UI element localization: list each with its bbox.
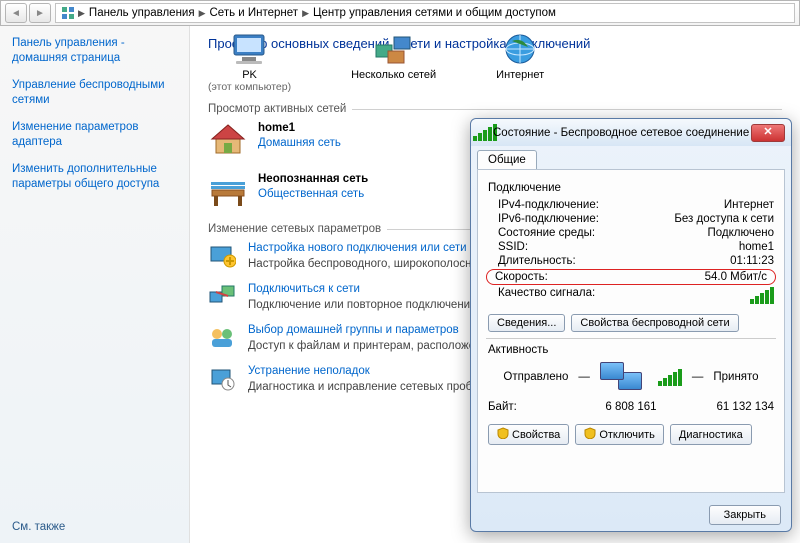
ipv6-value: Без доступа к сети — [674, 213, 774, 225]
ssid-label: SSID: — [498, 241, 528, 253]
chevron-right-icon: ▶ — [78, 8, 85, 19]
tab-general[interactable]: Общие — [477, 150, 537, 169]
sidebar-see-also: См. также — [12, 521, 177, 533]
address-bar[interactable]: ▶ Панель управления ▶ Сеть и Интернет ▶ … — [55, 3, 795, 23]
dash-icon: — — [578, 371, 590, 383]
breadcrumb-item[interactable]: Центр управления сетями и общим доступом — [311, 7, 558, 19]
dialog-titlebar[interactable]: Состояние - Беспроводное сетевое соедине… — [471, 119, 791, 146]
properties-button[interactable]: Свойства — [488, 424, 569, 445]
disable-button[interactable]: Отключить — [575, 424, 664, 445]
speed-row: Скорость: 54.0 Мбит/с — [486, 269, 776, 285]
home-network-icon — [208, 121, 248, 160]
sidebar-link-wireless[interactable]: Управление беспроводными сетями — [12, 78, 177, 108]
bytes-label: Байт: — [488, 401, 582, 413]
nav-fwd-button[interactable]: ► — [29, 3, 51, 23]
signal-quality-label: Качество сигнала: — [498, 287, 595, 307]
shield-icon — [584, 427, 596, 442]
bytes-recv-value: 61 132 134 — [680, 401, 774, 413]
chevron-right-icon: ▶ — [302, 8, 309, 19]
internet-icon — [498, 31, 542, 67]
breadcrumb: ◄ ► ▶ Панель управления ▶ Сеть и Интерне… — [0, 0, 800, 26]
computer-icon — [228, 31, 272, 67]
ipv4-label: IPv4-подключение: — [498, 199, 599, 211]
status-dialog: Состояние - Беспроводное сетевое соедине… — [470, 118, 792, 532]
duration-value: 01:11:23 — [730, 255, 774, 267]
multi-networks-icon — [372, 31, 416, 67]
diagnose-button[interactable]: Диагностика — [670, 424, 752, 445]
ipv6-label: IPv6-подключение: — [498, 213, 599, 225]
map-pc-sub: (этот компьютер) — [208, 81, 291, 93]
network-title: Неопознанная сеть — [258, 172, 368, 187]
new-connection-icon — [208, 241, 238, 272]
media-state-value: Подключено — [708, 227, 775, 239]
sidebar: Панель управления - домашняя страница Уп… — [0, 26, 190, 543]
dialog-title: Состояние - Беспроводное сетевое соедине… — [493, 127, 751, 139]
activity-monitors-icon — [600, 362, 644, 392]
speed-value: 54.0 Мбит/с — [705, 271, 767, 283]
sent-label: Отправлено — [503, 371, 568, 383]
connection-section-label: Подключение — [488, 182, 774, 194]
ipv4-value: Интернет — [724, 199, 774, 211]
recv-label: Принято — [713, 371, 758, 383]
network-center-icon — [60, 5, 76, 21]
media-state-label: Состояние среды: — [498, 227, 595, 239]
chevron-right-icon: ▶ — [199, 8, 206, 19]
sidebar-link-sharing[interactable]: Изменить дополнительные параметры общего… — [12, 162, 177, 192]
nav-back-button[interactable]: ◄ — [5, 3, 27, 23]
shield-icon — [497, 427, 509, 442]
breadcrumb-item[interactable]: Сеть и Интернет — [208, 7, 301, 19]
speed-label: Скорость: — [495, 271, 548, 283]
homegroup-icon — [208, 323, 238, 354]
network-title: home1 — [258, 121, 341, 136]
signal-icon — [477, 125, 493, 141]
map-multi-name: Несколько сетей — [351, 69, 436, 81]
dash-icon: — — [692, 371, 704, 383]
duration-label: Длительность: — [498, 255, 576, 267]
troubleshoot-icon — [208, 364, 238, 395]
breadcrumb-item[interactable]: Панель управления — [87, 7, 197, 19]
connect-icon — [208, 282, 238, 313]
details-button[interactable]: Сведения... — [488, 314, 565, 332]
close-dialog-button[interactable]: Закрыть — [709, 505, 781, 525]
bytes-sent-value: 6 808 161 — [584, 401, 678, 413]
active-networks-label: Просмотр активных сетей — [208, 103, 782, 115]
signal-bars-icon — [750, 287, 774, 307]
map-internet-name: Интернет — [496, 69, 544, 81]
map-pc-name: PK — [208, 69, 291, 81]
activity-section-label: Активность — [488, 344, 774, 356]
wireless-properties-button[interactable]: Свойства беспроводной сети — [571, 314, 738, 332]
activity-signal-icon — [658, 369, 682, 386]
sidebar-link-adapter[interactable]: Изменение параметров адаптера — [12, 120, 177, 150]
ssid-value: home1 — [739, 241, 774, 253]
close-button[interactable]: ✕ — [751, 124, 785, 142]
network-type-link[interactable]: Домашняя сеть — [258, 137, 341, 149]
sidebar-home-link[interactable]: Панель управления - домашняя страница — [12, 36, 177, 66]
public-network-icon — [208, 172, 248, 211]
network-type-link[interactable]: Общественная сеть — [258, 188, 364, 200]
